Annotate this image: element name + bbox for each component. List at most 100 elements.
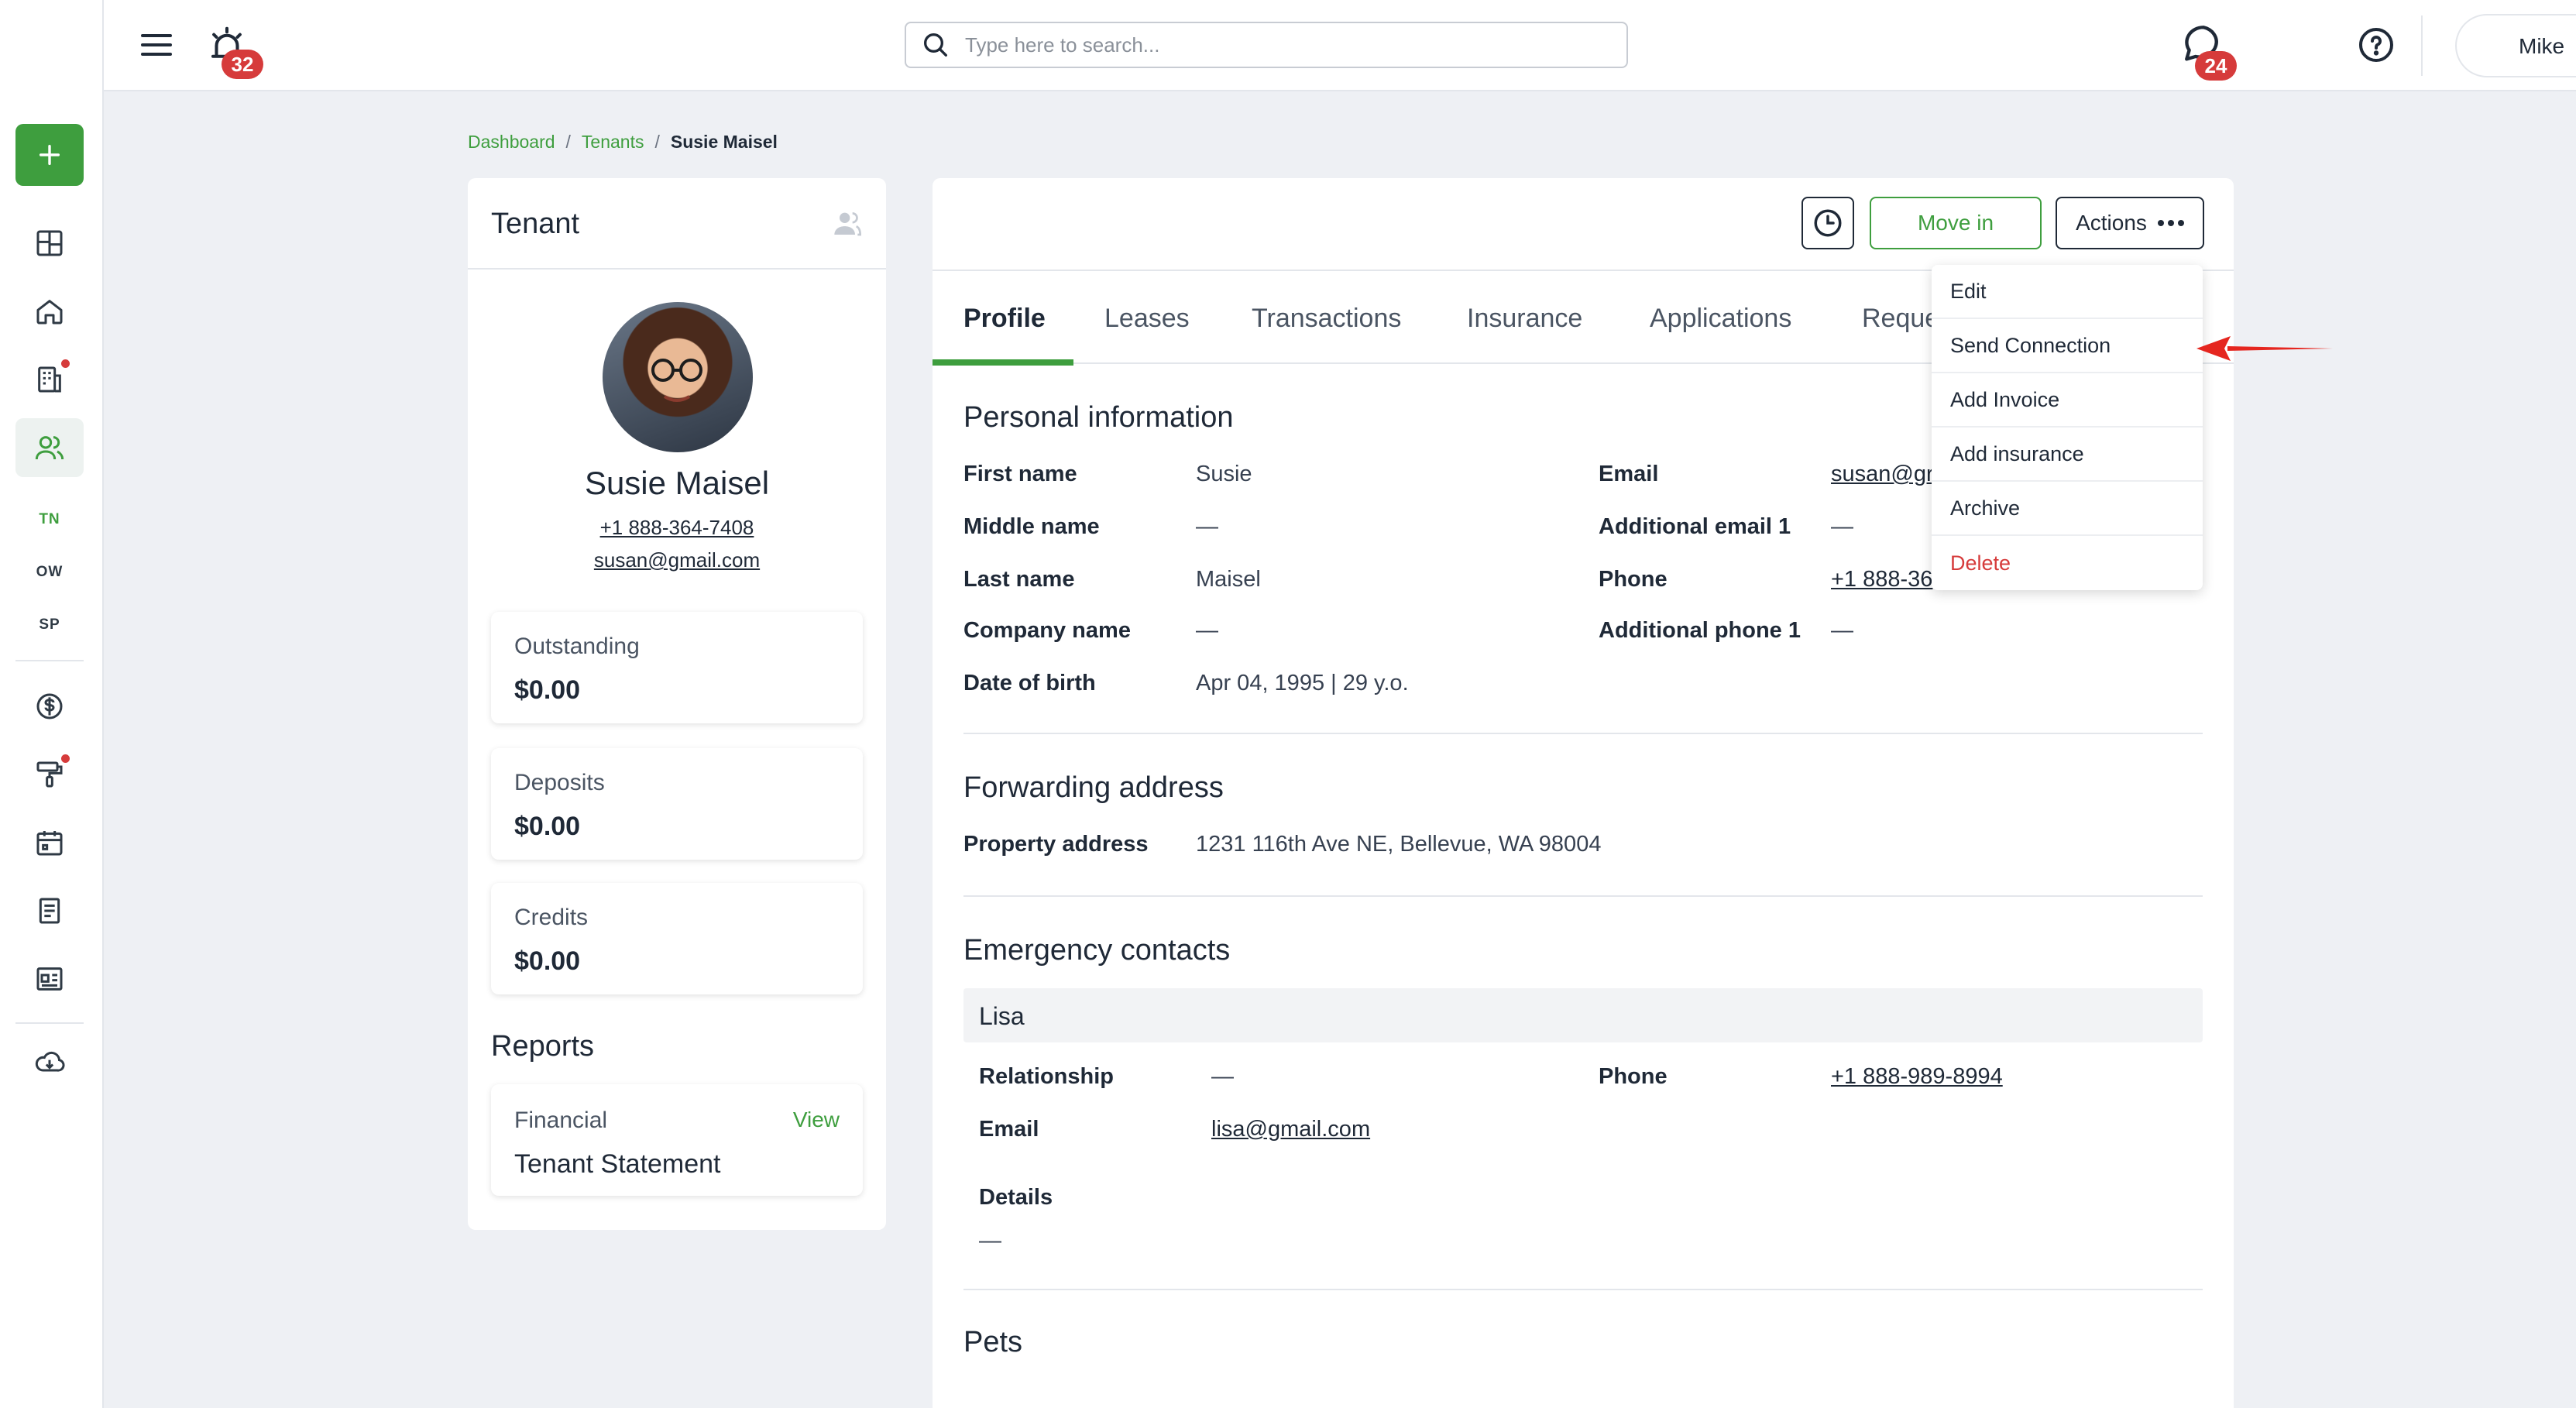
details-label: Details [979, 1185, 1053, 1210]
emergency-contacts-title: Emergency contacts [963, 934, 1231, 967]
add-button[interactable] [15, 124, 84, 186]
emergency-phone-label: Phone [1599, 1064, 1668, 1089]
first-name-value: Susie [1196, 462, 1252, 486]
tenant-name: Susie Maisel [584, 465, 770, 501]
rail-item-people[interactable] [15, 418, 84, 477]
stat-label: Credits [514, 905, 589, 930]
move-in-button[interactable]: Move in [1870, 197, 2042, 249]
history-button[interactable] [1801, 197, 1854, 249]
additional-phone-label: Additional phone 1 [1599, 618, 1801, 643]
menu-item-add-insurance[interactable]: Add insurance [1932, 428, 2203, 482]
active-tab-indicator [933, 359, 1073, 366]
first-name-label: First name [963, 462, 1077, 486]
actions-label: Actions [2076, 211, 2147, 235]
outstanding-card: Outstanding $0.00 [491, 612, 863, 723]
email-link[interactable]: susan@gr [1831, 462, 1934, 487]
dollar-circle-icon [36, 693, 63, 719]
rail-separator [15, 1022, 84, 1024]
menu-item-delete[interactable]: Delete [1932, 536, 2203, 590]
stat-value: $0.00 [514, 946, 581, 976]
rail-item-documents[interactable] [15, 881, 84, 940]
tenant-phone-link[interactable]: +1 888-364-7408 [468, 516, 886, 540]
stat-value: $0.00 [514, 675, 581, 705]
tab-applications[interactable]: Applications [1650, 273, 1791, 364]
stat-label: Outstanding [514, 634, 640, 659]
rail-item-downloads[interactable] [15, 1033, 84, 1092]
deposits-card: Deposits $0.00 [491, 748, 863, 860]
menu-item-send-connection[interactable]: Send Connection [1932, 319, 2203, 373]
tenant-email-link[interactable]: susan@gmail.com [468, 548, 886, 572]
section-divider [963, 1289, 2203, 1290]
chat-badge: 24 [2195, 51, 2237, 81]
emergency-contact-name: Lisa [979, 1002, 1025, 1030]
phone-link[interactable]: +1 888-36 [1831, 567, 1932, 592]
report-card: Financial View Tenant Statement [491, 1084, 863, 1196]
annotation-arrow [2196, 336, 2333, 361]
phone-label: Phone [1599, 567, 1668, 592]
details-value: — [979, 1228, 1001, 1253]
rail-item-calendar[interactable] [15, 813, 84, 872]
menu-item-archive[interactable]: Archive [1932, 482, 2203, 536]
clock-icon [1814, 209, 1842, 237]
breadcrumb-dashboard[interactable]: Dashboard [468, 132, 555, 153]
section-divider [963, 895, 2203, 897]
report-card-icon [36, 967, 63, 991]
rail-item-service-pros[interactable]: SP [15, 606, 84, 644]
cloud-download-icon [35, 1051, 65, 1072]
topbar-separator [2421, 15, 2423, 76]
tab-transactions[interactable]: Transactions [1252, 273, 1401, 364]
tab-insurance[interactable]: Insurance [1467, 273, 1582, 364]
last-name-value: Maisel [1196, 567, 1261, 592]
stat-value: $0.00 [514, 812, 581, 841]
building-doc-icon [38, 366, 61, 393]
rail-item-dashboard[interactable] [15, 214, 84, 273]
rail-item-accounting[interactable] [15, 677, 84, 736]
report-category: Financial [514, 1108, 608, 1133]
tab-requests[interactable]: Reque [1862, 273, 1939, 364]
rail-item-reports[interactable] [15, 950, 84, 1008]
credits-card: Credits $0.00 [491, 883, 863, 994]
rail-item-properties[interactable] [15, 282, 84, 341]
rail-item-maintenance[interactable] [15, 745, 84, 804]
forwarding-address-title: Forwarding address [963, 771, 1224, 804]
tab-profile[interactable]: Profile [963, 273, 1046, 364]
reports-title: Reports [491, 1030, 595, 1063]
people-icon [35, 436, 64, 460]
emergency-email-label: Email [979, 1117, 1039, 1142]
notification-dot [61, 359, 70, 368]
emergency-email-link[interactable]: lisa@gmail.com [1211, 1117, 1370, 1142]
more-dots-icon [2157, 220, 2184, 226]
rail-separator [15, 660, 84, 661]
glasses-icon [651, 359, 702, 402]
actions-button[interactable]: Actions [2056, 197, 2204, 249]
search-input[interactable] [965, 33, 1600, 57]
hamburger-menu-icon[interactable] [138, 26, 175, 64]
breadcrumb-tenants[interactable]: Tenants [582, 132, 644, 153]
menu-item-edit[interactable]: Edit [1932, 265, 2203, 319]
document-icon [39, 898, 60, 924]
home-icon [36, 300, 63, 325]
emergency-phone-link[interactable]: +1 888-989-8994 [1831, 1064, 2003, 1090]
report-name: Tenant Statement [514, 1149, 721, 1179]
rail-item-owners[interactable]: OW [15, 553, 84, 592]
notification-dot [61, 754, 70, 763]
panel-toolbar: Move in Actions [933, 178, 2234, 271]
rail-item-leasing[interactable] [15, 350, 84, 409]
rail-item-tenants[interactable]: TN [15, 500, 84, 539]
report-view-link[interactable]: View [793, 1108, 840, 1132]
plus-icon [39, 144, 60, 166]
left-rail: TN OW SP [0, 0, 104, 1408]
tenant-avatar [603, 302, 753, 452]
breadcrumb: Dashboard / Tenants / Susie Maisel [468, 132, 778, 153]
dashboard-grid-icon [36, 230, 63, 256]
dob-value: Apr 04, 1995 | 29 y.o. [1196, 671, 1409, 695]
user-menu[interactable]: Mike [2455, 14, 2576, 77]
menu-item-add-invoice[interactable]: Add Invoice [1932, 373, 2203, 428]
help-icon[interactable] [2358, 26, 2395, 64]
emergency-contact-header: Lisa [963, 988, 2203, 1042]
email-label: Email [1599, 462, 1659, 486]
relationship-label: Relationship [979, 1064, 1115, 1089]
additional-phone-value: — [1831, 618, 1853, 643]
tab-leases[interactable]: Leases [1104, 273, 1190, 364]
personal-info-title: Personal information [963, 401, 1234, 434]
